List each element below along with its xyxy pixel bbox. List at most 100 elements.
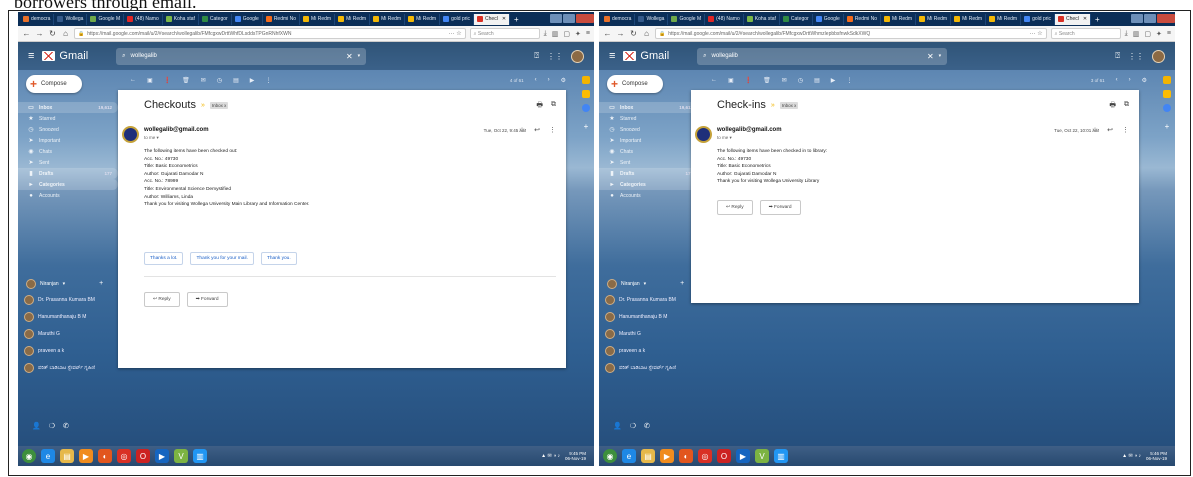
system-tray-icons[interactable]: ▲ ✉ ◑ ♪ [541,453,560,459]
taskbar-start-icon[interactable]: ◉ [603,449,617,463]
page-actions-icon[interactable]: ··· ☆ [449,30,462,37]
maximize-button[interactable] [1144,13,1156,23]
move-to-icon[interactable]: ▤ [814,77,820,84]
person-icon[interactable]: 👤 [613,422,622,430]
reader-icon[interactable]: ▢ [1144,30,1151,38]
browser-tab[interactable]: Mi Redm [370,13,406,25]
sidebar-item-inbox[interactable]: ▭ Inbox 19,612 [599,102,699,113]
home-icon[interactable]: ⌂ [642,29,651,38]
close-tab-icon[interactable]: ✕ [502,16,506,22]
gmail-logo[interactable]: Gmail [42,50,88,62]
browser-tab[interactable]: Redmi No [844,13,882,25]
taskbar-app-icon[interactable]: ▥ [193,449,207,463]
add-contact-icon[interactable]: + [99,280,103,287]
forward-button[interactable]: ➡ Forward [186,292,228,307]
sidebar-item-snoozed[interactable]: ◷ Snoozed [18,124,118,135]
taskbar-wmp-icon[interactable]: ▶ [660,449,674,463]
tasks-icon[interactable] [1163,104,1171,112]
newer-icon[interactable]: ‹ [1116,77,1118,83]
person-icon[interactable]: 👤 [32,422,41,430]
inbox-label-chip[interactable]: Inbox x [779,101,799,109]
apps-grid-icon[interactable]: ⋮⋮ [1128,52,1144,61]
browser-tab[interactable]: Wollega [635,13,669,25]
clock[interactable]: 5:46 PM 06-Nov-19 [1146,451,1167,462]
menu-icon[interactable]: ≡ [1167,30,1171,38]
browser-tab[interactable]: Mi Redm [881,13,917,25]
hangouts-contact[interactable]: Maruthi G [18,328,118,340]
browser-tab[interactable]: Mi Redm [951,13,987,25]
sidebar-item-drafts[interactable]: ▮ Drafts 177 [599,168,699,179]
reply-button[interactable]: ↩ Reply [144,292,180,307]
add-addon-icon[interactable]: + [1161,122,1173,131]
report-spam-icon[interactable]: ❗ [164,77,171,84]
keep-icon[interactable] [582,90,590,98]
forward-button[interactable]: ➡ Forward [759,200,801,215]
gmail-logo[interactable]: Gmail [623,50,669,62]
add-contact-icon[interactable]: + [680,280,684,287]
browser-tab[interactable]: (48) Namo [124,13,163,25]
browser-tab[interactable]: Google M [87,13,125,25]
search-options-icon[interactable]: ▾ [939,53,942,59]
hangouts-contact[interactable]: ಪರಿತ್ ಬಾಡಿಬಾಟ ಸ್ಟೇವರ್ಟ್ ಗೃಹಿಣಿ [18,362,118,374]
archive-icon[interactable]: ▣ [147,77,153,84]
clock[interactable]: 9:45 PM 06-Nov-19 [565,451,586,462]
keep-icon[interactable] [1163,90,1171,98]
taskbar-start-icon[interactable]: ◉ [22,449,36,463]
star-icon[interactable]: ☆ [519,126,525,134]
recipient-details[interactable]: to me ▾ [717,135,732,141]
browser-tab[interactable]: Checl ✕ [474,13,511,25]
browser-tab[interactable]: Google [813,13,844,25]
extension-icon[interactable]: ✦ [1156,30,1162,38]
taskbar-vlc-icon[interactable]: V [755,449,769,463]
smart-reply-chip[interactable]: Thanks a lot. [144,252,184,265]
sender-address[interactable]: wollegalib@gmail.com [717,127,782,133]
sidebar-item-categories[interactable]: ▸ Categories [18,179,118,190]
close-tab-icon[interactable]: ✕ [1083,16,1087,22]
home-icon[interactable]: ⌂ [61,29,70,38]
browser-tab[interactable]: Mi Redm [405,13,441,25]
delete-icon[interactable]: 🗑 [182,77,190,84]
caret-icon[interactable]: ▾ [644,281,647,287]
taskbar-opera-icon[interactable]: O [717,449,731,463]
reader-icon[interactable]: ▢ [563,30,570,38]
star-icon[interactable]: ☆ [1092,126,1098,134]
compose-button[interactable]: + Compose [607,75,663,93]
reply-button[interactable]: ↩ Reply [717,200,753,215]
compose-button[interactable]: + Compose [26,75,82,93]
sender-address[interactable]: wollegalib@gmail.com [144,127,209,133]
extension-icon[interactable]: ✦ [575,30,581,38]
forward-icon[interactable]: → [616,29,625,38]
settings-gear-icon[interactable]: ⚙ [1142,77,1147,84]
tasks-icon[interactable] [582,104,590,112]
taskbar-app-icon[interactable]: ▥ [774,449,788,463]
importance-marker-icon[interactable]: » [201,102,205,109]
browser-tab[interactable]: Koha staf [744,13,780,25]
sidebar-item-accounts[interactable]: ● Accounts [599,190,699,201]
reload-icon[interactable]: ↻ [629,29,638,38]
sidebar-item-important[interactable]: ➤ Important [18,135,118,146]
system-tray-icons[interactable]: ▲ ✉ ◑ ♪ [1122,453,1141,459]
browser-tab[interactable]: Mi Redm [335,13,371,25]
calendar-icon[interactable] [582,76,590,84]
snooze-icon[interactable]: ◷ [798,77,803,84]
main-menu-icon[interactable]: ≡ [609,50,615,62]
snooze-icon[interactable]: ◷ [217,77,222,84]
more-options-icon[interactable]: ⋮ [1122,126,1129,134]
back-icon[interactable]: ← [603,29,612,38]
mail-search-input[interactable]: ⌕ wollegalib ✕ ▾ [697,47,948,65]
report-spam-icon[interactable]: ❗ [745,77,752,84]
library-icon[interactable]: ▥ [552,30,559,38]
open-new-window-icon[interactable]: ⧉ [551,101,556,112]
browser-tab[interactable]: Mi Redm [986,13,1022,25]
open-new-window-icon[interactable]: ⧉ [1124,101,1129,112]
reply-icon[interactable]: ↩ [534,126,540,134]
sidebar-item-starred[interactable]: ★ Starred [599,113,699,124]
reload-icon[interactable]: ↻ [48,29,57,38]
hangouts-contact[interactable]: Maruthi G [599,328,699,340]
back-to-search-icon[interactable]: ← [130,77,136,83]
url-bar[interactable]: 🔒 https://mail.google.com/mail/u/2/#sear… [655,28,1047,39]
more-icon[interactable]: ⋮ [846,77,852,84]
print-icon[interactable]: 🖶 [1109,101,1116,112]
download-icon[interactable]: ⤓ [1125,30,1128,38]
back-icon[interactable]: ← [22,29,31,38]
